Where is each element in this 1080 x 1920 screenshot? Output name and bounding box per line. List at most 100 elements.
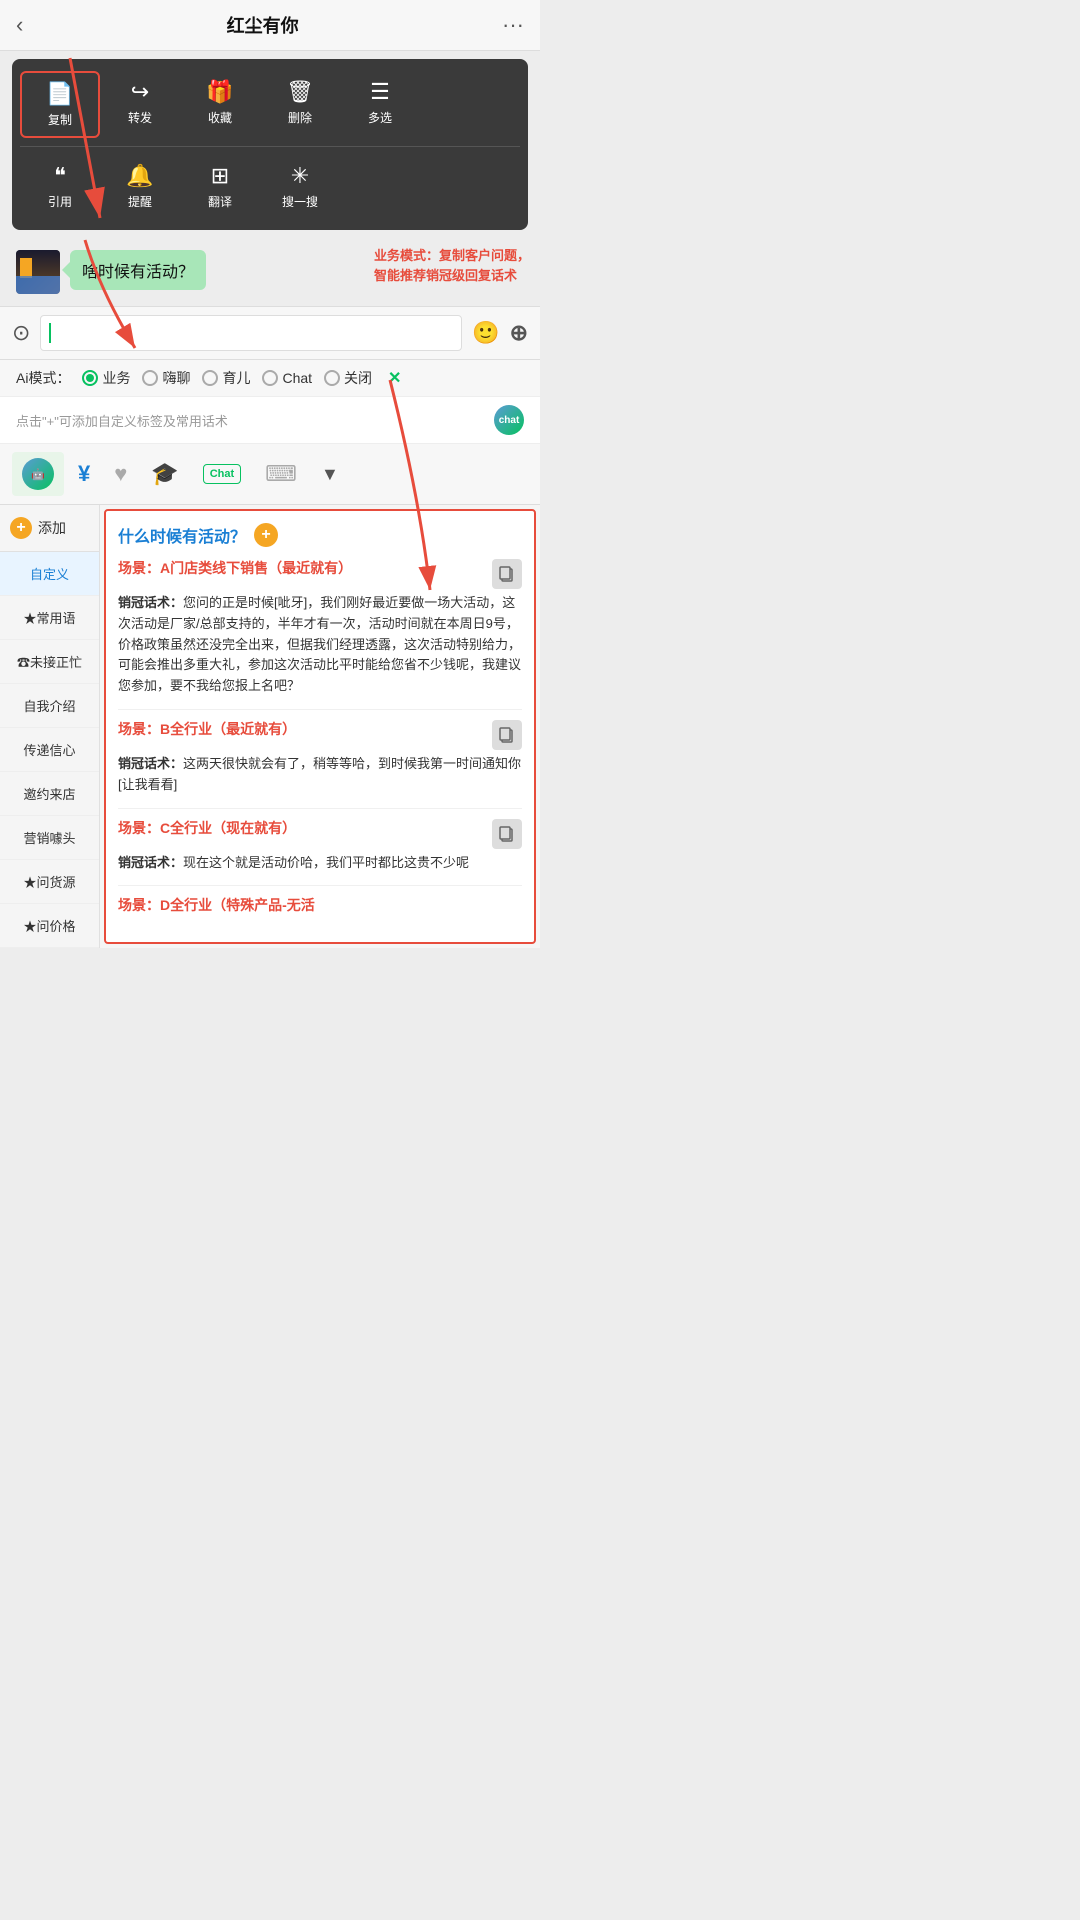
ai-mode-off[interactable]: 关闭 [324, 368, 372, 388]
menu-remind[interactable]: 🔔 提醒 [100, 155, 180, 218]
query-title-row: 什么时候有活动？ + [118, 523, 522, 547]
sidebar-busy-label: ☎未接正忙 [17, 655, 82, 670]
graduation-icon: 🎓 [151, 461, 178, 487]
keyboard-icon: ⌨ [265, 461, 297, 487]
sidebar-item-common[interactable]: ★常用语 [0, 596, 99, 640]
menu-translate-label: 翻译 [208, 193, 232, 210]
menu-forward-label: 转发 [128, 109, 152, 126]
page-wrapper: ‹ 红尘有你 ··· 📄 复制 ↪ 转发 🎁 收藏 🗑 删除 ☰ [0, 0, 540, 948]
toolbar-money[interactable]: ¥ [68, 455, 100, 493]
scene-c-header: 场景：C全行业（现在就有） [118, 819, 522, 849]
menu-delete-label: 删除 [288, 109, 312, 126]
query-plus-button[interactable]: + [254, 523, 278, 547]
sidebar-common-label: ★常用语 [23, 611, 75, 626]
chat-text-icon: Chat [203, 464, 241, 484]
toolbar-expand[interactable]: ▼ [311, 458, 349, 491]
money-icon: ¥ [78, 461, 90, 487]
header-title: 红尘有你 [227, 12, 299, 38]
ai-mode-bar: Ai模式： 业务 嗨聊 育儿 Chat 关闭 ✕ [0, 360, 540, 397]
scene-d: 场景：D全行业（特殊产品-无活 [118, 896, 522, 916]
ai-mode-business[interactable]: 业务 [82, 368, 130, 388]
add-button[interactable]: ⊕ [510, 320, 528, 346]
menu-delete[interactable]: 🗑 删除 [260, 71, 340, 138]
right-panel: 什么时候有活动？ + 场景：A门店类线下销售（最近就有） 销冠话术：您问的正是时… [104, 509, 536, 944]
menu-quote[interactable]: ❝ 引用 [20, 155, 100, 218]
copy-icon: 📄 [46, 81, 73, 107]
menu-multiselect[interactable]: ☰ 多选 [340, 71, 420, 138]
multiselect-icon: ☰ [370, 79, 390, 105]
radio-business [82, 370, 98, 386]
divider-ab [118, 709, 522, 710]
more-button[interactable]: ··· [502, 12, 524, 38]
context-menu-row2: ❝ 引用 🔔 提醒 ⊞ 翻译 ✳ 搜一搜 [20, 155, 520, 218]
sidebar-add-label: 添加 [38, 518, 66, 538]
chat-bubble: 啥时候有活动？ [70, 250, 206, 290]
radio-gpt [262, 370, 278, 386]
annotation-text: 业务模式：复制客户问题，智能推荐销冠级回复话术 [374, 246, 530, 285]
toolbar-keyboard[interactable]: ⌨ [255, 455, 307, 493]
scene-d-header: 场景：D全行业（特殊产品-无活 [118, 896, 522, 916]
ai-mode-chat[interactable]: 嗨聊 [142, 368, 190, 388]
menu-search[interactable]: ✳ 搜一搜 [260, 155, 340, 218]
sidebar-add-button[interactable]: + 添加 [0, 505, 99, 552]
delete-icon: 🗑 [286, 79, 314, 105]
sidebar-item-confidence[interactable]: 传递信心 [0, 728, 99, 772]
sidebar-item-marketing[interactable]: 营销噱头 [0, 816, 99, 860]
add-circle-icon: + [10, 517, 32, 539]
sidebar-item-busy[interactable]: ☎未接正忙 [0, 640, 99, 684]
menu-collect[interactable]: 🎁 收藏 [180, 71, 260, 138]
radio-parenting [202, 370, 218, 386]
chat-message: 啥时候有活动？ [82, 264, 194, 281]
toolbar-robot[interactable]: 🤖 [12, 452, 64, 496]
scene-a-header: 场景：A门店类线下销售（最近就有） [118, 559, 522, 589]
toolbar: 🤖 ¥ ♥ 🎓 Chat ⌨ ▼ [0, 444, 540, 505]
sidebar-item-intro[interactable]: 自我介绍 [0, 684, 99, 728]
chat-badge[interactable]: chat [494, 405, 524, 435]
header: ‹ 红尘有你 ··· [0, 0, 540, 51]
quote-icon: ❝ [54, 163, 66, 189]
menu-collect-label: 收藏 [208, 109, 232, 126]
mic-button[interactable]: ⊙ [12, 320, 30, 346]
query-title: 什么时候有活动？ [118, 523, 246, 547]
menu-translate[interactable]: ⊞ 翻译 [180, 155, 260, 218]
input-bar: ⊙ 🙂 ⊕ [0, 306, 540, 360]
sidebar-item-price[interactable]: ★问价格 [0, 904, 99, 948]
collect-icon: 🎁 [206, 79, 233, 105]
sidebar-confidence-label: 传递信心 [23, 743, 75, 758]
expand-icon: ▼ [321, 464, 339, 485]
toolbar-heart[interactable]: ♥ [104, 455, 137, 493]
scene-a-copy-button[interactable] [492, 559, 522, 589]
scene-a-title: 场景：A门店类线下销售（最近就有） [118, 559, 492, 579]
tag-hint-bar: 点击"+"可添加自定义标签及常用话术 chat [0, 397, 540, 444]
copy-b-icon [498, 726, 516, 744]
sidebar-item-source[interactable]: ★问货源 [0, 860, 99, 904]
scene-c-content: 销冠话术：现在这个就是活动价哈，我们平时都比这贵不少呢 [118, 853, 522, 874]
sidebar-source-label: ★问货源 [23, 875, 75, 890]
scene-c: 场景：C全行业（现在就有） 销冠话术：现在这个就是活动价哈，我们平时都比这贵不少… [118, 819, 522, 874]
back-button[interactable]: ‹ [16, 12, 23, 38]
chat-area: 啥时候有活动？ 业务模式：复制客户问题，智能推荐销冠级回复话术 [0, 238, 540, 306]
menu-remind-label: 提醒 [128, 193, 152, 210]
toolbar-grad[interactable]: 🎓 [141, 455, 188, 493]
sidebar-item-invite[interactable]: 邀约来店 [0, 772, 99, 816]
chat-badge-label: chat [499, 415, 520, 426]
menu-copy-label: 复制 [48, 111, 72, 128]
scene-c-copy-button[interactable] [492, 819, 522, 849]
menu-forward[interactable]: ↪ 转发 [100, 71, 180, 138]
translate-icon: ⊞ [211, 163, 229, 189]
toolbar-chat-text[interactable]: Chat [193, 458, 251, 490]
emoji-button[interactable]: 🙂 [472, 320, 499, 346]
scene-b-copy-button[interactable] [492, 720, 522, 750]
ai-mode-gpt-label: Chat [282, 370, 312, 386]
text-input[interactable] [40, 315, 462, 351]
ai-mode-gpt[interactable]: Chat [262, 370, 312, 386]
ai-mode-parenting-label: 育儿 [222, 368, 250, 388]
menu-copy[interactable]: 📄 复制 [20, 71, 100, 138]
sidebar-item-custom[interactable]: 自定义 [0, 552, 99, 596]
ai-close-button[interactable]: ✕ [388, 368, 401, 388]
ai-mode-parenting[interactable]: 育儿 [202, 368, 250, 388]
chat-section: 啥时候有活动？ 业务模式：复制客户问题，智能推荐销冠级回复话术 [0, 238, 540, 306]
divider-cd [118, 885, 522, 886]
avatar [16, 250, 60, 294]
sidebar-intro-label: 自我介绍 [23, 699, 75, 714]
